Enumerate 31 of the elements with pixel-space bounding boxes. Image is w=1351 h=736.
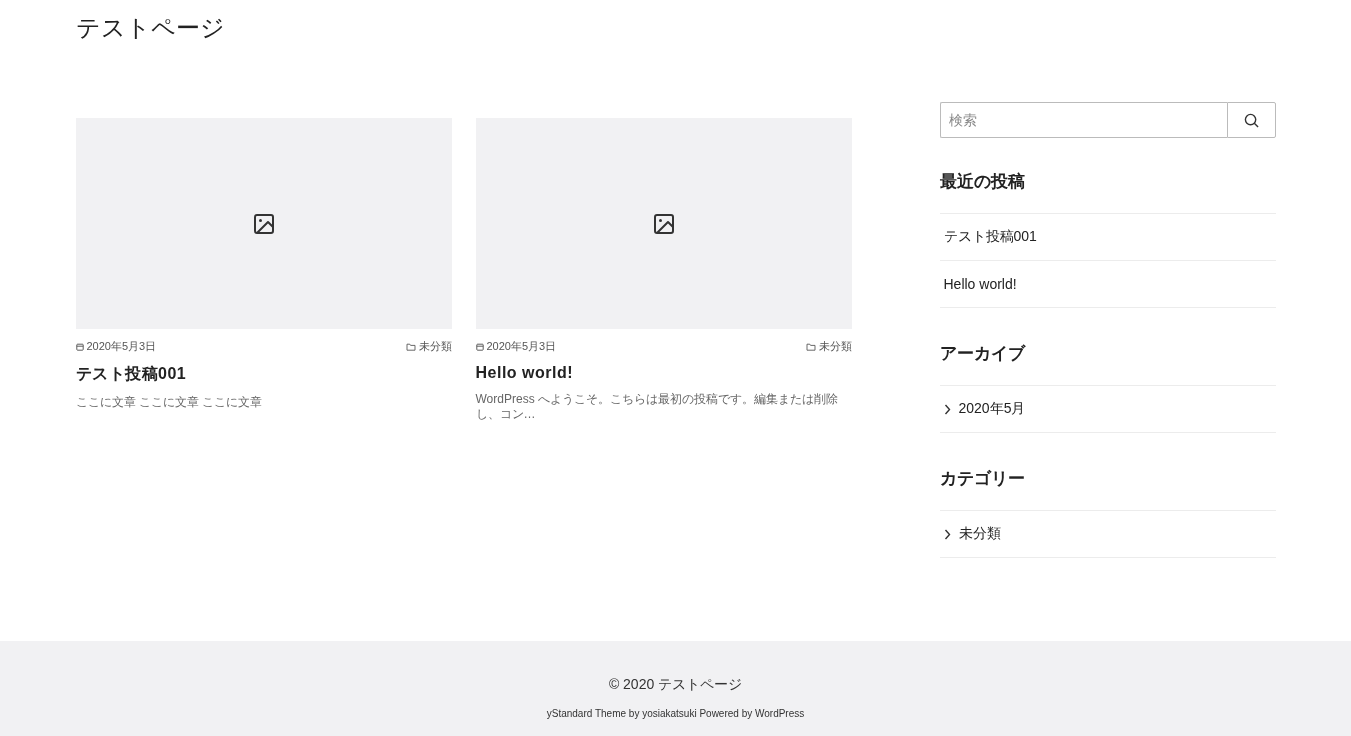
post-title[interactable]: Hello world! [475,364,852,382]
post-title[interactable]: テスト投稿001 [75,364,452,385]
post-category[interactable]: 未分類 [818,339,852,354]
post-date: 2020年5月3日 [86,339,157,354]
post-excerpt: ここに文章 ここに文章 ここに文章 [75,395,264,410]
calendar-icon [475,342,484,351]
search-field[interactable]: 検索 [939,102,1227,138]
theme-credit: yStandard Theme by yosiakatsuki Powered by WordPress [546,708,805,719]
widget-link[interactable]: Hello world! [943,276,1017,292]
folder-icon [805,342,816,351]
widget-link[interactable]: 2020年5月 [958,400,1026,418]
image-icon [251,211,276,236]
post-excerpt: WordPress へようこそ。こちらは最初の投稿です。編集または削除し、コン… [475,392,839,422]
widget-title: アーカイブ [939,343,1025,365]
widget-title: 最近の投稿 [939,171,1025,193]
widget-title: カテゴリー [939,468,1025,490]
search-icon [1243,112,1259,128]
search-button[interactable] [1226,102,1276,138]
image-placeholder[interactable] [475,118,852,329]
calendar-icon [75,342,84,351]
copyright-text: © 2020 テストページ [608,676,743,694]
folder-icon [405,342,416,351]
image-placeholder[interactable] [75,118,452,329]
site-title[interactable]: テストページ [75,12,225,44]
image-icon [651,211,676,236]
post-category[interactable]: 未分類 [418,339,452,354]
widget-link[interactable]: テスト投稿001 [943,228,1037,246]
chevron-right-icon [943,528,951,540]
chevron-right-icon [943,403,951,415]
widget-link[interactable]: 未分類 [958,525,1001,543]
post-date: 2020年5月3日 [486,339,557,354]
